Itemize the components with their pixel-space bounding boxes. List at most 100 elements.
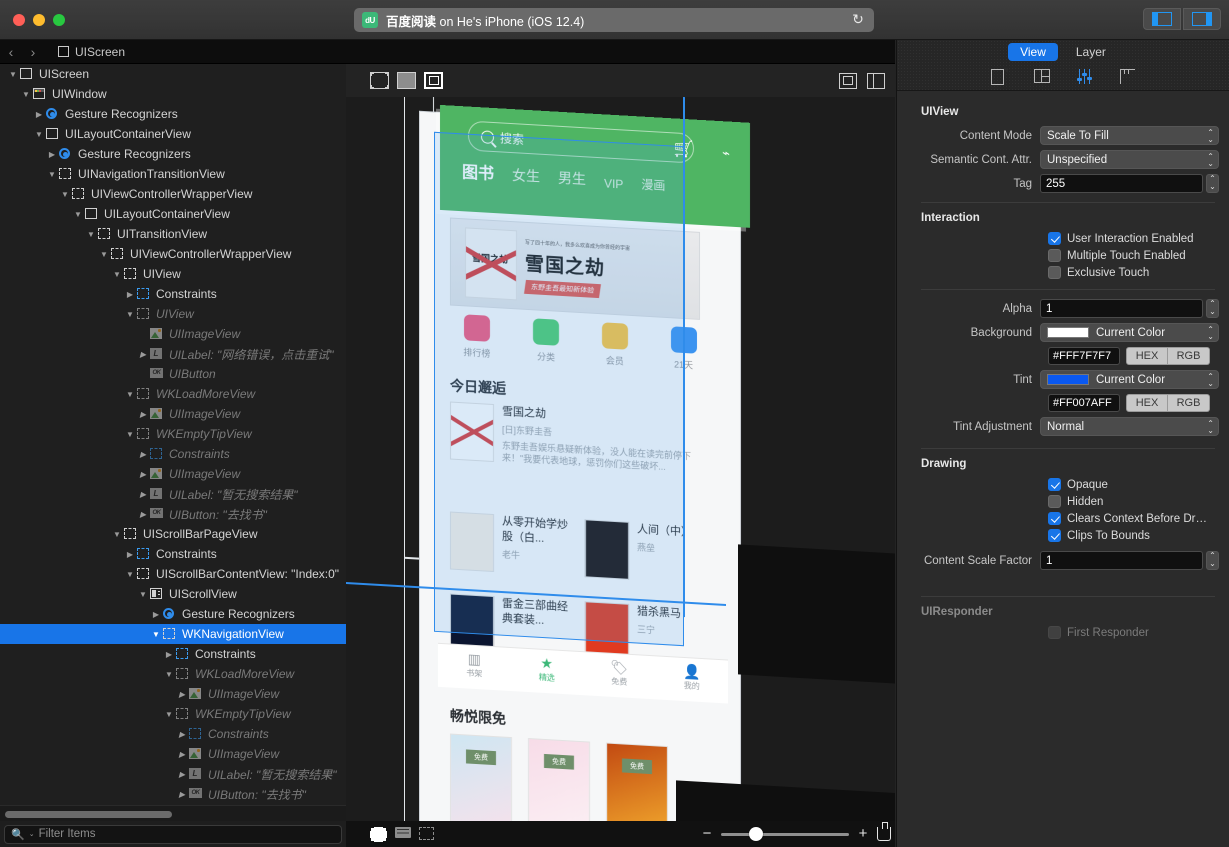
- tree-row[interactable]: ▼ WKLoadMoreView: [0, 384, 346, 404]
- promo-banner[interactable]: 雪国之劫 写了四十年的人，我多么欢喜成为你曾经的宇宙 雪国之劫 东野圭吾最知新体…: [450, 217, 700, 320]
- checkbox-box[interactable]: [1048, 512, 1061, 525]
- tag-stepper[interactable]: ⌃ ⌄: [1206, 174, 1219, 193]
- free-book-2[interactable]: 免费 大唐之...: [606, 742, 668, 821]
- checkbox-box[interactable]: [1048, 478, 1061, 491]
- ruler-icon[interactable]: [1119, 69, 1136, 85]
- disclosure-closed-icon[interactable]: ▶: [136, 350, 150, 359]
- zoom-slider-knob[interactable]: [749, 827, 764, 841]
- snapshot-export-icon[interactable]: [877, 822, 891, 841]
- tree-hscroll-thumb[interactable]: [5, 811, 172, 818]
- tree-row[interactable]: ▼ UIView: [0, 264, 346, 284]
- toggle-inspector-button[interactable]: [1183, 8, 1221, 30]
- app-nav-tabs[interactable]: 图书 女生 男生 VIP 漫画: [462, 158, 748, 198]
- zoom-in-button[interactable]: +: [857, 826, 869, 841]
- forward-button[interactable]: ›: [22, 44, 44, 60]
- semantic-select[interactable]: Unspecified ⌃ ⌄: [1040, 150, 1219, 169]
- quick-item-0[interactable]: 排行榜: [463, 314, 490, 360]
- checkbox-multiple-touch[interactable]: Multiple Touch Enabled: [1048, 249, 1219, 262]
- disclosure-open-icon[interactable]: ▼: [123, 310, 137, 319]
- tree-row[interactable]: ▶ UIImageView: [0, 684, 346, 704]
- tint-adjustment-select[interactable]: Normal ⌃ ⌄: [1040, 417, 1219, 436]
- double-frame-icon[interactable]: [424, 72, 443, 89]
- keyboard-icon[interactable]: [395, 826, 411, 838]
- tree-row[interactable]: ▶ L UILabel: "网络错误，点击重试": [0, 344, 346, 364]
- disclosure-open-icon[interactable]: ▼: [123, 570, 137, 579]
- file-icon[interactable]: [990, 69, 1007, 85]
- nav-tab-1[interactable]: 女生: [512, 165, 540, 187]
- disclosure-open-icon[interactable]: ▼: [123, 390, 137, 399]
- tree-row[interactable]: ▶ Constraints: [0, 444, 346, 464]
- chevron-down-icon[interactable]: ⌄: [29, 830, 35, 838]
- background-color-mode[interactable]: HEX RGB: [1126, 347, 1210, 365]
- tree-row[interactable]: ▼ WKLoadMoreView: [0, 664, 346, 684]
- tree-row[interactable]: ▼ UIView: [0, 304, 346, 324]
- disclosure-closed-icon[interactable]: ▶: [149, 610, 163, 619]
- tree-row[interactable]: ▼ WKEmptyTipView: [0, 424, 346, 444]
- tint-hex-button[interactable]: HEX: [1126, 394, 1168, 412]
- tree-row[interactable]: ▶ OK UIButton: "去找书": [0, 784, 346, 804]
- tree-row[interactable]: ▼ UIScreen: [0, 64, 346, 84]
- disclosure-open-icon[interactable]: ▼: [45, 170, 59, 179]
- background-hex-button[interactable]: HEX: [1126, 347, 1168, 365]
- tree-row[interactable]: ▼ UINavigationTransitionView: [0, 164, 346, 184]
- checkbox-clears-context[interactable]: Clears Context Before Dr…: [1048, 512, 1219, 525]
- alpha-stepper[interactable]: ⌃ ⌄: [1206, 299, 1219, 318]
- checkbox-user-interaction[interactable]: User Interaction Enabled: [1048, 232, 1219, 245]
- tree-row[interactable]: ▶ UIImageView: [0, 464, 346, 484]
- disclosure-open-icon[interactable]: ▼: [84, 230, 98, 239]
- disclosure-closed-icon[interactable]: ▶: [136, 410, 150, 419]
- disclosure-open-icon[interactable]: ▼: [32, 130, 46, 139]
- tint-hex-input[interactable]: #FF007AFF: [1048, 394, 1120, 412]
- disclosure-closed-icon[interactable]: ▶: [175, 790, 189, 799]
- checkbox-clips-to-bounds[interactable]: Clips To Bounds: [1048, 529, 1219, 542]
- disclosure-open-icon[interactable]: ▼: [71, 210, 85, 219]
- tree-row[interactable]: ▶ Gesture Recognizers: [0, 104, 346, 124]
- book-card[interactable]: 从零开始学炒股（白... 老牛: [450, 511, 575, 577]
- disclosure-closed-icon[interactable]: ▶: [175, 750, 189, 759]
- tab-view[interactable]: View: [1008, 43, 1058, 61]
- disclosure-open-icon[interactable]: ▼: [6, 70, 20, 79]
- tree-row[interactable]: ▶ L UILabel: "暂无搜索结果": [0, 484, 346, 504]
- checkbox-box[interactable]: [1048, 249, 1061, 262]
- tree-row[interactable]: ▶ Gesture Recognizers: [0, 604, 346, 624]
- view-hierarchy-tree[interactable]: ▼ UIScreen ▼ UIWindow ▶ Gesture Recognizers ▼ U…: [0, 64, 346, 805]
- disclosure-closed-icon[interactable]: ▶: [136, 510, 150, 519]
- disclosure-closed-icon[interactable]: ▶: [136, 470, 150, 479]
- disclosure-closed-icon[interactable]: ▶: [136, 450, 150, 459]
- tree-row[interactable]: ▶ UIImageView: [0, 404, 346, 424]
- filter-input[interactable]: 🔍 ⌄ Filter Items: [4, 824, 342, 844]
- tag-input[interactable]: 255: [1040, 174, 1203, 193]
- free-book-0[interactable]: 免费: [450, 733, 512, 821]
- tab-bar-item-3[interactable]: 👤 我的: [656, 656, 729, 703]
- tree-row[interactable]: ▶ L UILabel: "暂无搜索结果": [0, 764, 346, 784]
- breadcrumb[interactable]: UIScreen: [75, 45, 125, 59]
- disclosure-closed-icon[interactable]: ▶: [162, 650, 176, 659]
- tree-row[interactable]: ▼ UILayoutContainerView: [0, 204, 346, 224]
- back-button[interactable]: ‹: [0, 44, 22, 60]
- checkbox-box[interactable]: [1048, 529, 1061, 542]
- tree-row[interactable]: ▶ Constraints: [0, 284, 346, 304]
- disclosure-closed-icon[interactable]: ▶: [32, 110, 46, 119]
- split-layout-icon[interactable]: [1033, 69, 1050, 85]
- disclosure-closed-icon[interactable]: ▶: [175, 690, 189, 699]
- tree-row[interactable]: ▼ WKEmptyTipView: [0, 704, 346, 724]
- select-area-icon[interactable]: [419, 826, 434, 840]
- disclosure-open-icon[interactable]: ▼: [136, 590, 150, 599]
- inspector-icon-tabs[interactable]: [897, 64, 1229, 91]
- disclosure-open-icon[interactable]: ▼: [123, 430, 137, 439]
- disclosure-open-icon[interactable]: ▼: [149, 630, 163, 639]
- quick-entry-row[interactable]: 排行榜 分类 会员 21天: [442, 313, 718, 373]
- tab-bar-item-1[interactable]: ★ 精选: [511, 648, 584, 695]
- content-scale-stepper[interactable]: ⌃ ⌄: [1206, 551, 1219, 570]
- tree-row[interactable]: ▼ UIWindow: [0, 84, 346, 104]
- quick-item-1[interactable]: 分类: [533, 318, 560, 363]
- app-search-field[interactable]: 搜索: [468, 120, 694, 164]
- featured-book[interactable]: 雪国之劫 [日]东野圭吾 东野圭吾娱乐悬疑新体验，没人能在读完前停下来！"我要代…: [450, 401, 710, 477]
- toggle-navigator-button[interactable]: [1143, 8, 1181, 30]
- exploded-3d-scene[interactable]: 搜索 ⌁ 图书 女生 男生 VIP 漫画 雪国之劫: [346, 97, 895, 821]
- debug-canvas[interactable]: 搜索 ⌁ 图书 女生 男生 VIP 漫画 雪国之劫: [346, 64, 895, 821]
- disclosure-closed-icon[interactable]: ▶: [136, 490, 150, 499]
- disclosure-open-icon[interactable]: ▼: [162, 670, 176, 679]
- tree-row[interactable]: ▼ WKNavigationView: [0, 624, 346, 644]
- tree-row[interactable]: UIImageView: [0, 324, 346, 344]
